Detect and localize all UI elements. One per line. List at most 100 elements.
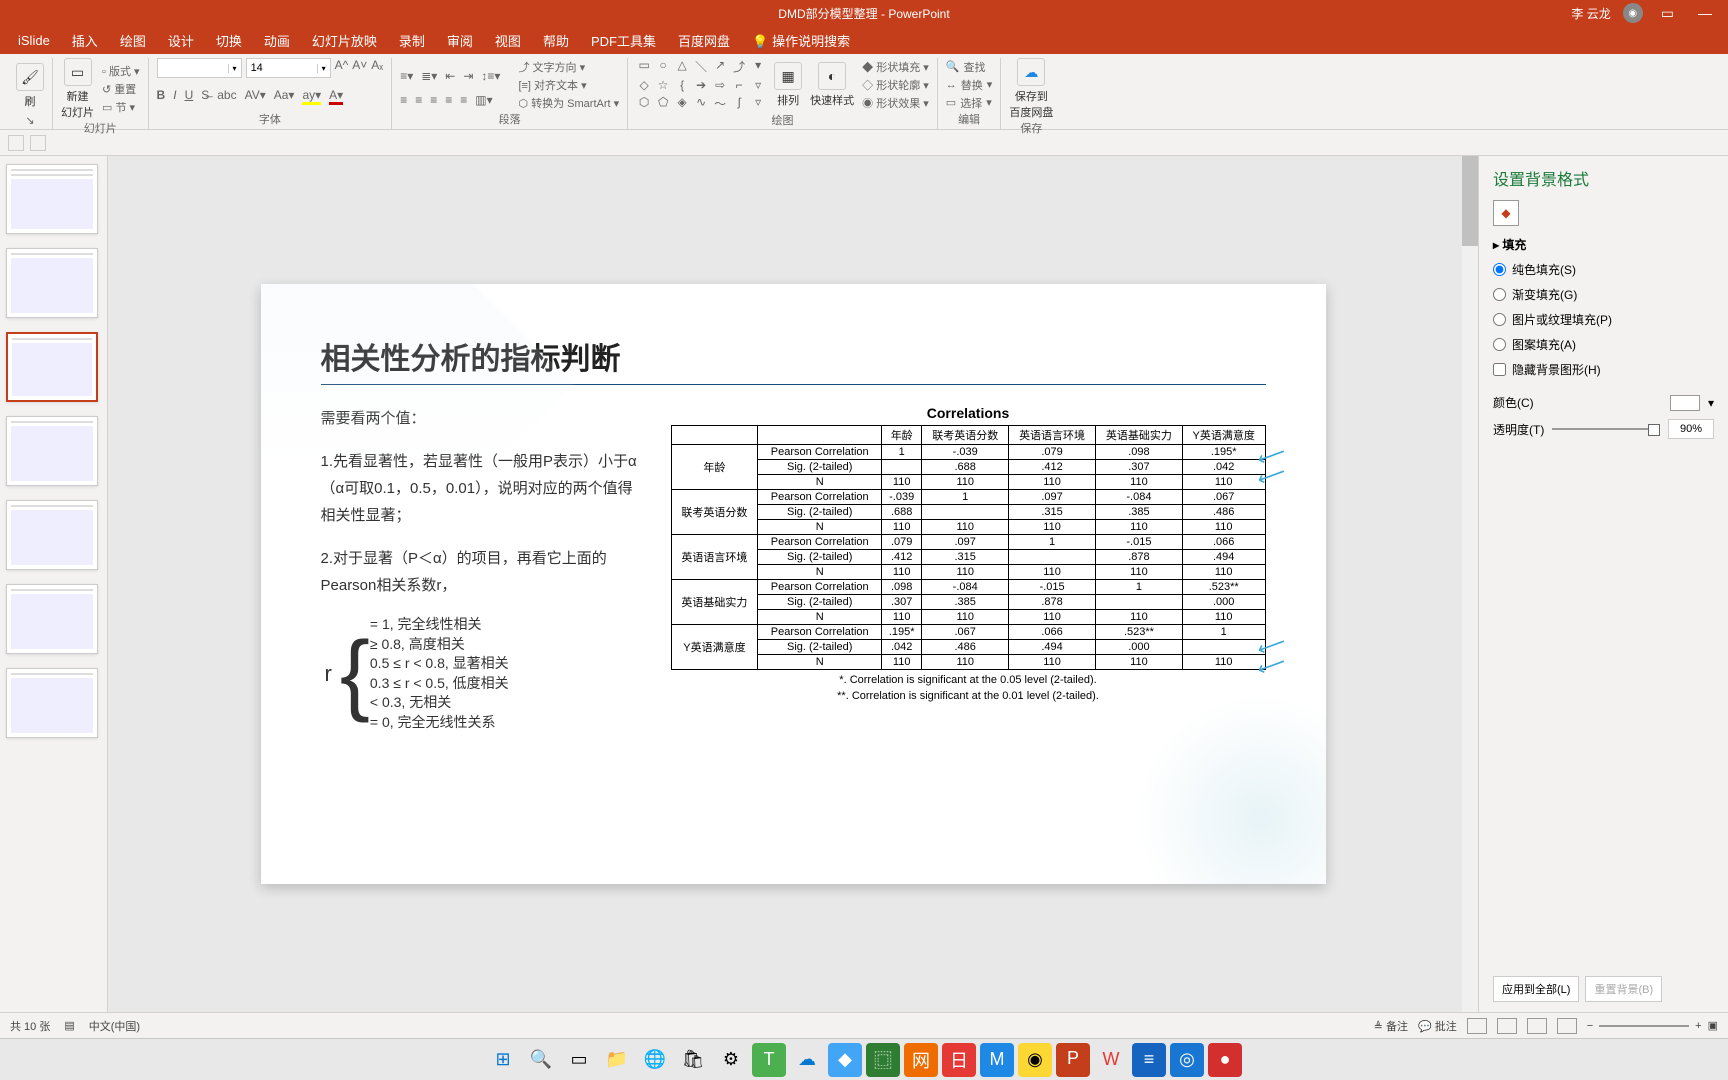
numbering-button[interactable]: ≣▾ — [421, 69, 437, 83]
zoom-in-button[interactable]: + — [1695, 1020, 1701, 1032]
shape-brace-icon[interactable]: { — [674, 78, 690, 92]
find-button[interactable]: 🔍 查找 — [946, 59, 993, 75]
shape-arrow2-icon[interactable]: ➔ — [693, 78, 709, 92]
decrease-indent-button[interactable]: ⇤ — [445, 69, 455, 83]
thumbnail-slide-6[interactable] — [6, 584, 98, 654]
shape-effects-button[interactable]: ◉ 形状效果 ▾ — [862, 95, 929, 111]
tab-design[interactable]: 设计 — [168, 31, 194, 50]
minimize-button[interactable]: — — [1692, 5, 1718, 21]
app-icon-7[interactable]: M — [980, 1043, 1014, 1077]
color-picker-button[interactable] — [1670, 395, 1700, 411]
smartart-button[interactable]: ⬡ 转换为 SmartArt ▾ — [518, 95, 619, 111]
shape-callout-icon[interactable]: ◇ — [636, 78, 652, 92]
shape-curve-icon[interactable]: ∿ — [693, 95, 709, 112]
store-icon[interactable]: 🛍 — [676, 1043, 710, 1077]
shape-outline-button[interactable]: ◇ 形状轮廓 ▾ — [862, 77, 929, 93]
shape-scroll-icon[interactable]: ▿ — [750, 78, 766, 92]
app-icon-10[interactable]: ◎ — [1170, 1043, 1204, 1077]
reset-button[interactable]: ↺ 重置 — [102, 81, 140, 97]
italic-button[interactable]: I — [173, 88, 176, 105]
picture-fill-radio[interactable]: 图片或纹理填充(P) — [1493, 311, 1714, 328]
increase-indent-button[interactable]: ⇥ — [463, 69, 473, 83]
replace-button[interactable]: ↔ 替换 ▾ — [946, 77, 993, 93]
explorer-icon[interactable]: 📁 — [600, 1043, 634, 1077]
fill-tab-icon[interactable]: ◆ — [1493, 200, 1519, 226]
secbar-btn-1[interactable] — [8, 135, 24, 151]
tab-review[interactable]: 审阅 — [447, 31, 473, 50]
font-color-button[interactable]: A▾ — [329, 88, 343, 105]
app-icon-4[interactable]: ⿴ — [866, 1043, 900, 1077]
ribbon-display-options-icon[interactable]: ▭ — [1655, 5, 1680, 22]
app-icon-1[interactable]: T — [752, 1043, 786, 1077]
slide-editor[interactable]: 相关性分析的指标判断 需要看两个值： 1.先看显著性，若显著性（一般用P表示）小… — [108, 156, 1478, 1012]
bold-button[interactable]: B — [157, 88, 166, 105]
tab-insert[interactable]: 插入 — [72, 31, 98, 50]
bullets-button[interactable]: ≡▾ — [400, 69, 413, 83]
save-baidu-button[interactable]: ☁保存到 百度网盘 — [1009, 58, 1053, 120]
tab-draw[interactable]: 绘图 — [120, 31, 146, 50]
gradient-fill-radio[interactable]: 渐变填充(G) — [1493, 286, 1714, 303]
arrange-button[interactable]: ▦排列 — [774, 62, 802, 108]
line-spacing-button[interactable]: ↕≡▾ — [481, 69, 500, 83]
shape-circle-icon[interactable]: ○ — [655, 58, 671, 75]
secbar-btn-2[interactable] — [30, 135, 46, 151]
new-slide-button[interactable]: ▭新建 幻灯片 — [61, 58, 94, 120]
tab-slideshow[interactable]: 幻灯片放映 — [312, 31, 377, 50]
tab-pdf[interactable]: PDF工具集 — [591, 31, 656, 50]
slide-canvas[interactable]: 相关性分析的指标判断 需要看两个值： 1.先看显著性，若显著性（一般用P表示）小… — [261, 284, 1326, 884]
sorter-view-button[interactable] — [1497, 1018, 1517, 1034]
tab-animations[interactable]: 动画 — [264, 31, 290, 50]
align-center-button[interactable]: ≡ — [415, 93, 422, 107]
increase-font-button[interactable]: A^ — [335, 58, 349, 78]
reading-view-button[interactable] — [1527, 1018, 1547, 1034]
transparency-slider[interactable] — [1552, 428, 1660, 430]
app-icon-2[interactable]: ☁ — [790, 1043, 824, 1077]
shape-arrow3-icon[interactable]: ⇨ — [712, 78, 728, 92]
app-icon-9[interactable]: ≡ — [1132, 1043, 1166, 1077]
reset-bg-button[interactable]: 重置背景(B) — [1585, 976, 1662, 1002]
shape-arrow-icon[interactable]: ↗ — [712, 58, 728, 75]
section-button[interactable]: ▭ 节 ▾ — [102, 99, 140, 115]
thumbnail-slide-2[interactable] — [6, 248, 98, 318]
highlight-button[interactable]: ay▾ — [302, 88, 321, 105]
slideshow-view-button[interactable] — [1557, 1018, 1577, 1034]
picture-fill-input[interactable] — [1493, 313, 1506, 326]
font-family-dropdown[interactable]: ▾ — [157, 58, 242, 78]
hide-bg-input[interactable] — [1493, 363, 1506, 376]
tab-record[interactable]: 录制 — [399, 31, 425, 50]
normal-view-button[interactable] — [1467, 1018, 1487, 1034]
pattern-fill-input[interactable] — [1493, 338, 1506, 351]
justify-button[interactable]: ≡ — [445, 93, 452, 107]
thumbnail-slide-3[interactable] — [6, 332, 98, 402]
color-dropdown-arrow[interactable]: ▾ — [1708, 396, 1714, 410]
app-icon-6[interactable]: 日 — [942, 1043, 976, 1077]
search-icon[interactable]: 🔍 — [524, 1043, 558, 1077]
app-icon-11[interactable]: ● — [1208, 1043, 1242, 1077]
align-left-button[interactable]: ≡ — [400, 93, 407, 107]
shadow-button[interactable]: abc — [217, 88, 236, 105]
shape-expand-icon[interactable]: ▿ — [750, 95, 766, 112]
fill-section-header[interactable]: ▸ 填充 — [1493, 236, 1714, 253]
accessibility-icon[interactable]: ▤ — [64, 1019, 74, 1032]
thumbnail-slide-1[interactable] — [6, 164, 98, 234]
align-text-button[interactable]: [≡] 对齐文本 ▾ — [518, 77, 619, 93]
shape-scribble-icon[interactable]: ʃ — [731, 95, 747, 112]
format-painter-button[interactable]: 🖌刷 — [16, 63, 44, 109]
underline-button[interactable]: U — [185, 88, 194, 105]
decrease-font-button[interactable]: A˅ — [352, 58, 367, 78]
change-case-button[interactable]: Aa▾ — [274, 88, 295, 105]
edge-icon[interactable]: 🌐 — [638, 1043, 672, 1077]
shape-line-icon[interactable]: ＼ — [693, 58, 709, 75]
app-icon-5[interactable]: 网 — [904, 1043, 938, 1077]
clear-format-button[interactable]: Aₓ — [371, 58, 383, 78]
text-direction-button[interactable]: ⤴ 文字方向 ▾ — [518, 59, 619, 75]
strike-button[interactable]: S̶ — [201, 88, 209, 105]
powerpoint-icon[interactable]: P — [1056, 1043, 1090, 1077]
font-size-dropdown[interactable]: 14▾ — [246, 58, 331, 78]
quickstyle-button[interactable]: ◐快速样式 — [810, 62, 854, 108]
tab-islide[interactable]: iSlide — [18, 33, 50, 48]
shape-rect-icon[interactable]: ▭ — [636, 58, 652, 75]
transparency-value[interactable]: 90% — [1668, 419, 1714, 439]
shape-free-icon[interactable]: ～ — [712, 95, 728, 112]
app-icon-8[interactable]: ◉ — [1018, 1043, 1052, 1077]
